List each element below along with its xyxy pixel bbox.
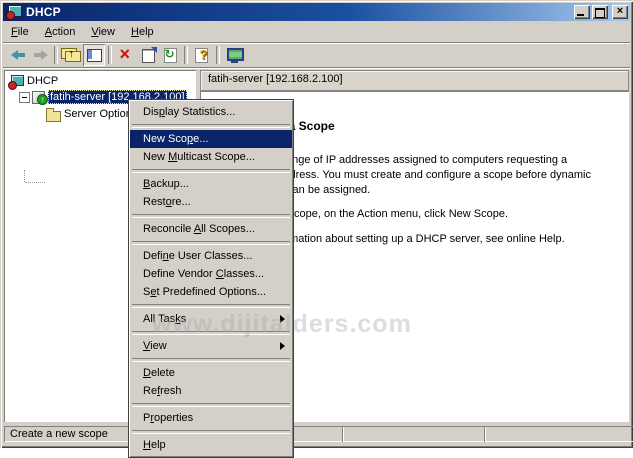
dhcp-app-icon	[6, 5, 22, 19]
context-menu-item-delete[interactable]: Delete	[130, 364, 292, 382]
toolbar	[3, 43, 630, 68]
results-pane-banner: fatih-server [192.168.2.100]	[200, 70, 629, 91]
menu-separator	[130, 355, 292, 364]
menu-separator	[130, 238, 292, 247]
collapse-expander[interactable]	[19, 92, 30, 103]
up-one-level-icon	[64, 47, 81, 63]
dhcp-console-window: DHCP × FileActionViewHelp DHCP fatih-ser…	[0, 0, 633, 448]
tree-connector	[25, 182, 45, 183]
context-menu-item-view[interactable]: View	[130, 337, 292, 355]
context-menu-item-help[interactable]: Help	[130, 436, 292, 454]
forward-arrow-button	[29, 44, 51, 66]
refresh-icon	[162, 47, 179, 63]
delete-button[interactable]	[115, 44, 137, 66]
back-arrow-icon	[10, 47, 27, 63]
tree-item-dhcp-root[interactable]: DHCP	[8, 73, 60, 89]
menu-separator	[130, 166, 292, 175]
properties-icon	[140, 47, 157, 63]
folder-icon	[45, 107, 62, 122]
context-menu-item-reconcile-all-scopes[interactable]: Reconcile All Scopes...	[130, 220, 292, 238]
context-menu-item-new-multicast-scope[interactable]: New Multicast Scope...	[130, 148, 292, 166]
menu-action[interactable]: Action	[37, 23, 84, 41]
menu-view[interactable]: View	[83, 23, 123, 41]
delete-icon	[118, 47, 135, 63]
context-menu-item-define-vendor-classes[interactable]: Define Vendor Classes...	[130, 265, 292, 283]
menu-separator	[130, 121, 292, 130]
menu-separator	[130, 211, 292, 220]
context-menu-item-backup[interactable]: Backup...	[130, 175, 292, 193]
submenu-arrow-icon	[280, 342, 285, 350]
status-bar: Create a new scope	[3, 425, 630, 443]
context-menu-item-restore[interactable]: Restore...	[130, 193, 292, 211]
dhcp-root-icon	[8, 74, 25, 89]
context-menu-item-new-scope[interactable]: New Scope...	[130, 130, 292, 148]
toolbar-separator	[184, 46, 188, 64]
minimize-button[interactable]	[574, 5, 590, 19]
server-icon	[31, 90, 48, 105]
tree-item-label[interactable]: DHCP	[25, 74, 60, 88]
context-menu-item-display-statistics[interactable]: Display Statistics...	[130, 103, 292, 121]
close-icon: ×	[612, 5, 628, 18]
toolbar-separator	[216, 46, 220, 64]
menu-file[interactable]: File	[3, 23, 37, 41]
menu-separator	[130, 328, 292, 337]
context-menu-item-define-user-classes[interactable]: Define User Classes...	[130, 247, 292, 265]
up-one-level-button[interactable]	[61, 44, 83, 66]
context-menu: Display Statistics... New Scope...New Mul…	[128, 99, 294, 458]
menu-separator	[130, 400, 292, 409]
forward-arrow-icon	[32, 47, 49, 63]
refresh-button[interactable]	[159, 44, 181, 66]
maximize-button[interactable]	[592, 5, 608, 19]
close-button[interactable]: ×	[612, 5, 628, 19]
menu-separator	[130, 301, 292, 310]
menu-separator	[130, 427, 292, 436]
window-title: DHCP	[26, 5, 61, 19]
status-text: Create a new scope	[10, 428, 108, 440]
help-icon	[194, 47, 211, 63]
status-panel-2	[342, 426, 486, 442]
tree-item-server-options[interactable]: Server Options	[45, 106, 139, 122]
title-bar[interactable]: DHCP ×	[3, 3, 630, 21]
menu-help[interactable]: Help	[123, 23, 162, 41]
properties-button[interactable]	[137, 44, 159, 66]
submenu-arrow-icon	[280, 315, 285, 323]
context-menu-item-properties[interactable]: Properties	[130, 409, 292, 427]
show-hide-console-tree-button[interactable]	[83, 44, 105, 66]
tree-connector	[24, 170, 25, 182]
window-buttons: ×	[574, 5, 630, 19]
context-menu-item-set-predefined-options[interactable]: Set Predefined Options...	[130, 283, 292, 301]
context-menu-item-refresh[interactable]: Refresh	[130, 382, 292, 400]
status-panel-3	[484, 426, 633, 442]
back-arrow-button[interactable]	[7, 44, 29, 66]
monitor-icon	[226, 47, 243, 63]
context-menu-item-all-tasks[interactable]: All Tasks	[130, 310, 292, 328]
toolbar-separator	[54, 46, 58, 64]
toolbar-separator	[108, 46, 112, 64]
menu-bar: FileActionViewHelp	[3, 21, 630, 43]
show-hide-console-tree-icon	[86, 47, 103, 63]
help-button[interactable]	[191, 44, 213, 66]
monitor-button[interactable]	[223, 44, 245, 66]
